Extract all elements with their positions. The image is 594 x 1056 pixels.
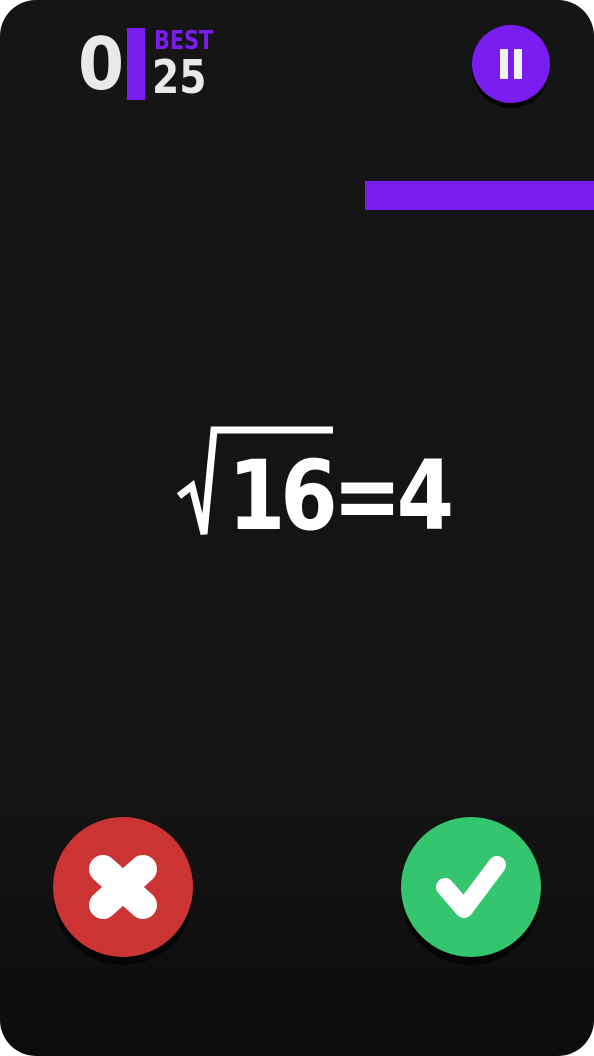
equation-text: 16=4: [228, 446, 454, 546]
checkmark-icon: [436, 856, 506, 918]
game-screen: 0 BEST 25 16=4: [0, 0, 594, 1056]
x-icon: [89, 855, 157, 919]
equation: 16=4: [170, 420, 454, 550]
proposed-answer: 4: [396, 440, 454, 552]
radicand: 16: [228, 440, 338, 552]
timer-bar-fill: [365, 181, 594, 210]
timer-bar: [365, 181, 594, 210]
wrong-button[interactable]: [53, 817, 193, 957]
correct-button[interactable]: [401, 817, 541, 957]
equals-sign: =: [332, 440, 402, 552]
pause-button[interactable]: [472, 25, 550, 103]
best-score: 25: [152, 50, 207, 104]
current-score: 0: [78, 22, 124, 106]
score-divider: [127, 28, 145, 100]
